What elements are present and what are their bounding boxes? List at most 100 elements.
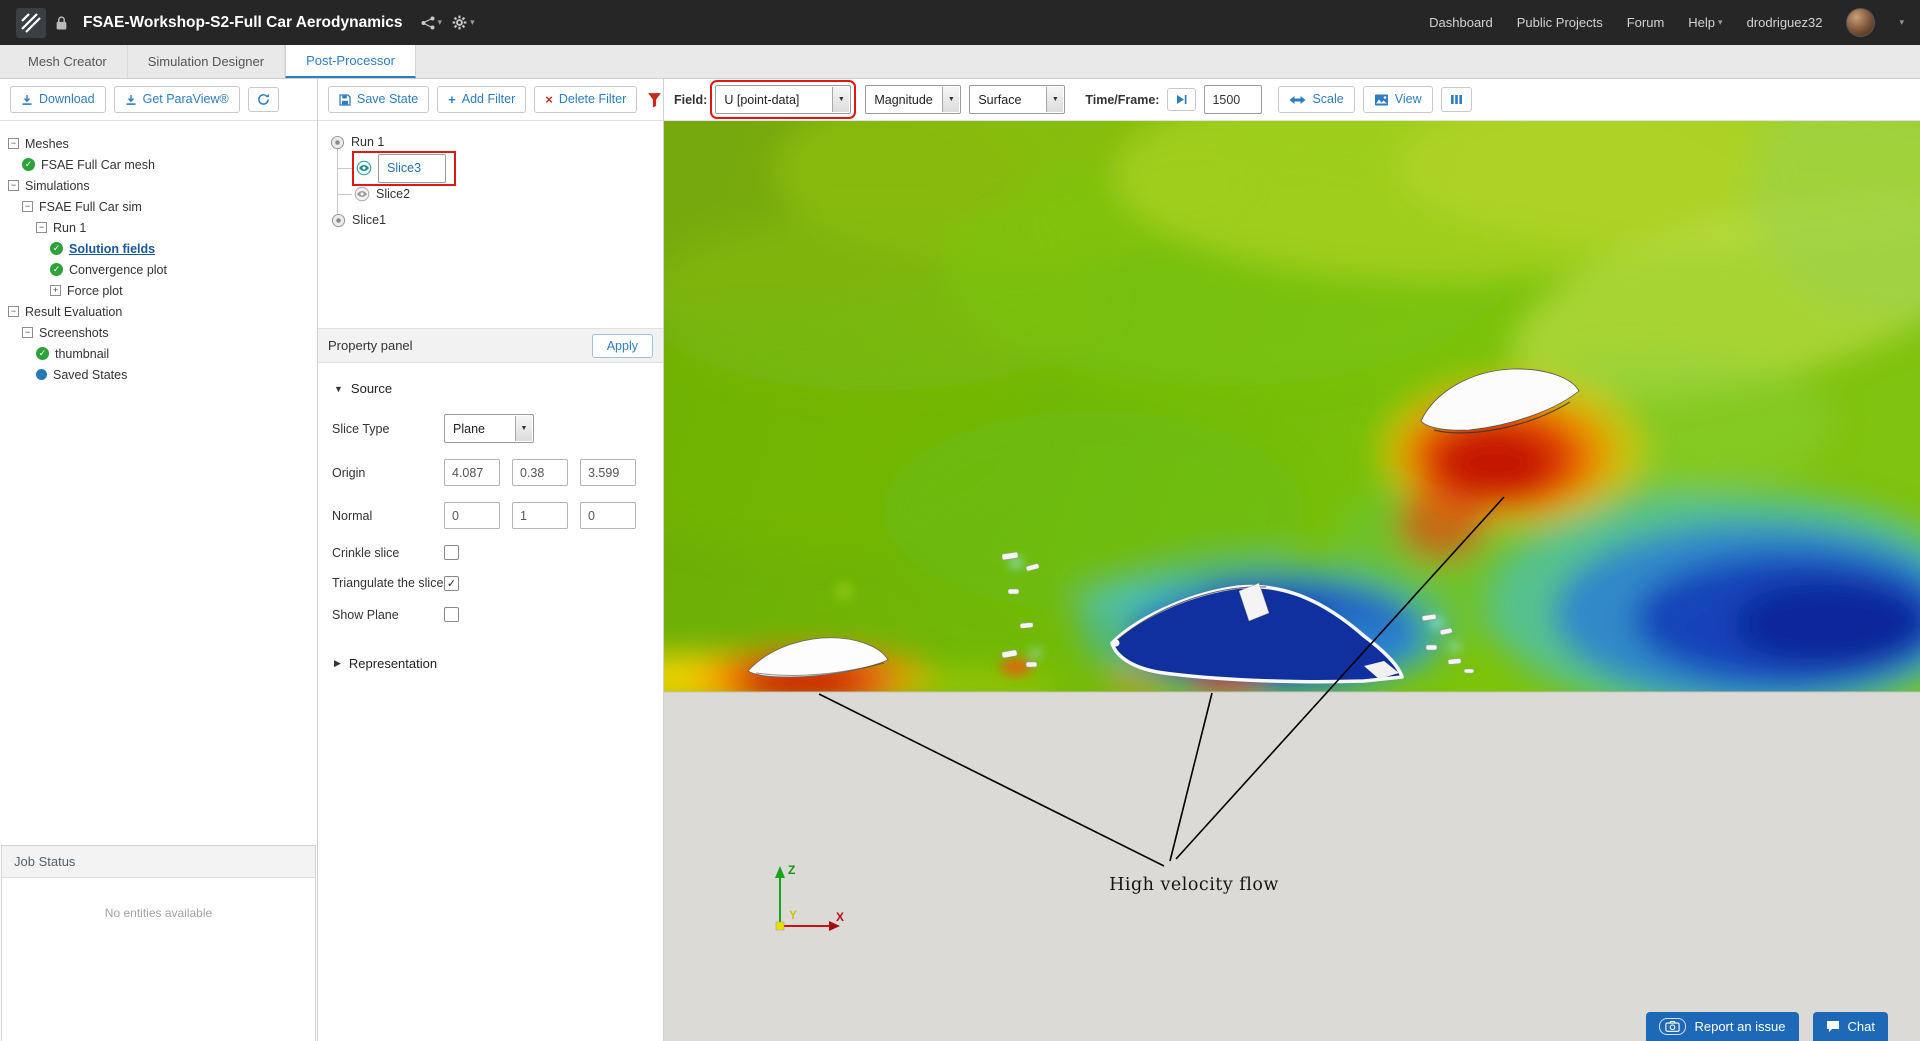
collapse-toggle-icon[interactable]: − xyxy=(8,306,19,317)
share-button[interactable]: ▾ xyxy=(421,16,443,30)
normal-z-input[interactable] xyxy=(580,502,636,529)
add-filter-button[interactable]: + Add Filter xyxy=(437,86,526,114)
sidebar-item-solution-fields[interactable]: ✓ Solution fields xyxy=(6,238,317,259)
check-icon: ✓ xyxy=(22,158,35,171)
sidebar-item-force-plot[interactable]: + Force plot xyxy=(6,280,317,301)
sidebar-item-screenshots[interactable]: − Screenshots xyxy=(6,322,317,343)
sidebar-tree: − Meshes ✓ FSAE Full Car mesh − Simulati… xyxy=(0,121,317,845)
origin-x-input[interactable] xyxy=(444,459,500,486)
node-knob-icon xyxy=(331,213,346,228)
pipeline-item-slice2[interactable]: Slice2 xyxy=(318,181,663,207)
sidebar-item-run1[interactable]: − Run 1 xyxy=(6,217,317,238)
representation-section-header[interactable]: ▶ Representation xyxy=(334,656,663,671)
download-button[interactable]: Download xyxy=(10,86,106,113)
apply-button[interactable]: Apply xyxy=(592,334,653,358)
sliders-icon xyxy=(1450,93,1463,106)
sidebar-item-fsae-mesh[interactable]: ✓ FSAE Full Car mesh xyxy=(6,154,317,175)
pipeline-item-run1[interactable]: Run 1 xyxy=(318,129,663,155)
nav-forum[interactable]: Forum xyxy=(1627,15,1665,30)
cfd-slice-visualization[interactable]: High velocity flow Z X Y xyxy=(664,121,1920,1041)
sidebar-item-simulations[interactable]: − Simulations xyxy=(6,175,317,196)
pipeline-item-slice1[interactable]: Slice1 xyxy=(318,207,663,233)
expand-toggle-icon[interactable]: + xyxy=(50,285,61,296)
tab-mesh-creator[interactable]: Mesh Creator xyxy=(8,45,128,78)
refresh-button[interactable] xyxy=(248,87,279,112)
collapse-toggle-icon[interactable]: − xyxy=(8,138,19,149)
get-paraview-button[interactable]: Get ParaView® xyxy=(114,86,240,113)
normal-row: Normal xyxy=(332,502,663,529)
viewer-toolbar: Field: U [point-data] ▼ Magnitude ▼ Surf… xyxy=(664,79,1920,121)
select-arrow-icon: ▼ xyxy=(1046,87,1063,112)
image-icon xyxy=(1374,94,1389,106)
plus-icon: + xyxy=(448,92,456,108)
sidebar-item-result-evaluation[interactable]: − Result Evaluation xyxy=(6,301,317,322)
component-select[interactable]: Magnitude ▼ xyxy=(865,85,961,114)
show-plane-row: Show Plane xyxy=(332,607,663,622)
settings-button[interactable]: ▾ xyxy=(452,15,475,30)
representation-select[interactable]: Surface ▼ xyxy=(969,85,1065,114)
pipeline-item-slice3[interactable]: Slice3 xyxy=(318,155,663,181)
app-logo-icon[interactable] xyxy=(16,8,46,38)
origin-z-input[interactable] xyxy=(580,459,636,486)
save-state-button[interactable]: Save State xyxy=(328,86,429,113)
collapse-toggle-icon[interactable]: − xyxy=(8,180,19,191)
filter-panel: Save State + Add Filter × Delete Filter … xyxy=(318,79,664,1041)
step-forward-button[interactable] xyxy=(1167,88,1196,111)
source-section-header[interactable]: ▼ Source xyxy=(334,381,663,396)
collapse-toggle-icon[interactable]: − xyxy=(22,201,33,212)
funnel-icon xyxy=(647,92,662,108)
sidebar-item-fsae-sim[interactable]: − FSAE Full Car sim xyxy=(6,196,317,217)
gear-icon xyxy=(452,15,467,30)
saved-states-icon xyxy=(36,369,47,380)
tab-simulation-designer[interactable]: Simulation Designer xyxy=(128,45,285,78)
collapse-toggle-icon[interactable]: − xyxy=(36,222,47,233)
tab-post-processor[interactable]: Post-Processor xyxy=(285,45,416,78)
ground-region xyxy=(664,692,1920,1041)
visibility-eye-icon[interactable] xyxy=(356,160,372,176)
sidebar-item-saved-states[interactable]: Saved States xyxy=(6,364,317,385)
chat-bubble-icon xyxy=(1826,1020,1840,1033)
expand-triangle-icon: ▶ xyxy=(334,658,341,669)
crinkle-slice-row: Crinkle slice xyxy=(332,545,663,560)
normal-y-input[interactable] xyxy=(512,502,568,529)
chat-button[interactable]: Chat xyxy=(1813,1012,1888,1041)
chevron-down-icon[interactable]: ▾ xyxy=(1899,17,1904,28)
crinkle-slice-checkbox[interactable] xyxy=(444,545,459,560)
visibility-eye-icon[interactable] xyxy=(354,186,370,202)
slice-type-row: Slice Type Plane ▼ xyxy=(332,414,663,443)
chevron-down-icon: ▾ xyxy=(438,17,443,28)
clear-filters-button[interactable] xyxy=(647,92,662,108)
cfd-canvas[interactable]: High velocity flow Z X Y xyxy=(664,121,1920,1041)
avatar[interactable] xyxy=(1846,8,1875,37)
field-select[interactable]: U [point-data] ▼ xyxy=(715,85,851,114)
triangulate-checkbox[interactable]: ✓ xyxy=(444,576,459,591)
delete-filter-button[interactable]: × Delete Filter xyxy=(534,86,637,114)
time-frame-input[interactable] xyxy=(1204,85,1262,114)
view-button[interactable]: View xyxy=(1363,86,1433,113)
collapse-toggle-icon[interactable]: − xyxy=(22,327,33,338)
job-status-empty-text: No entities available xyxy=(2,878,315,1041)
sidebar-toolbar: Download Get ParaView® xyxy=(0,79,317,121)
time-frame-label: Time/Frame: xyxy=(1085,93,1159,107)
sidebar-item-thumbnail[interactable]: ✓ thumbnail xyxy=(6,343,317,364)
display-settings-button[interactable] xyxy=(1441,87,1472,112)
nav-dashboard[interactable]: Dashboard xyxy=(1429,15,1493,30)
property-panel-body: ▼ Source Slice Type Plane ▼ Origin Norma… xyxy=(318,363,663,689)
camera-icon xyxy=(1659,1018,1686,1035)
normal-x-input[interactable] xyxy=(444,502,500,529)
scale-button[interactable]: Scale xyxy=(1278,86,1354,113)
username[interactable]: drodriguez32 xyxy=(1747,15,1823,30)
property-panel-header: Property panel Apply xyxy=(318,329,663,363)
sidebar-item-meshes[interactable]: − Meshes xyxy=(6,133,317,154)
slice-type-select[interactable]: Plane ▼ xyxy=(444,414,534,443)
show-plane-checkbox[interactable] xyxy=(444,607,459,622)
nav-public-projects[interactable]: Public Projects xyxy=(1517,15,1603,30)
sidebar-item-convergence-plot[interactable]: ✓ Convergence plot xyxy=(6,259,317,280)
footer-buttons: Report an issue Chat xyxy=(1646,1012,1888,1041)
report-issue-button[interactable]: Report an issue xyxy=(1646,1012,1798,1041)
nav-help[interactable]: Help ▾ xyxy=(1688,15,1722,30)
origin-y-input[interactable] xyxy=(512,459,568,486)
axis-y-label: Y xyxy=(789,908,797,922)
axis-x-label: X xyxy=(836,910,844,924)
collapse-triangle-icon: ▼ xyxy=(334,384,343,394)
